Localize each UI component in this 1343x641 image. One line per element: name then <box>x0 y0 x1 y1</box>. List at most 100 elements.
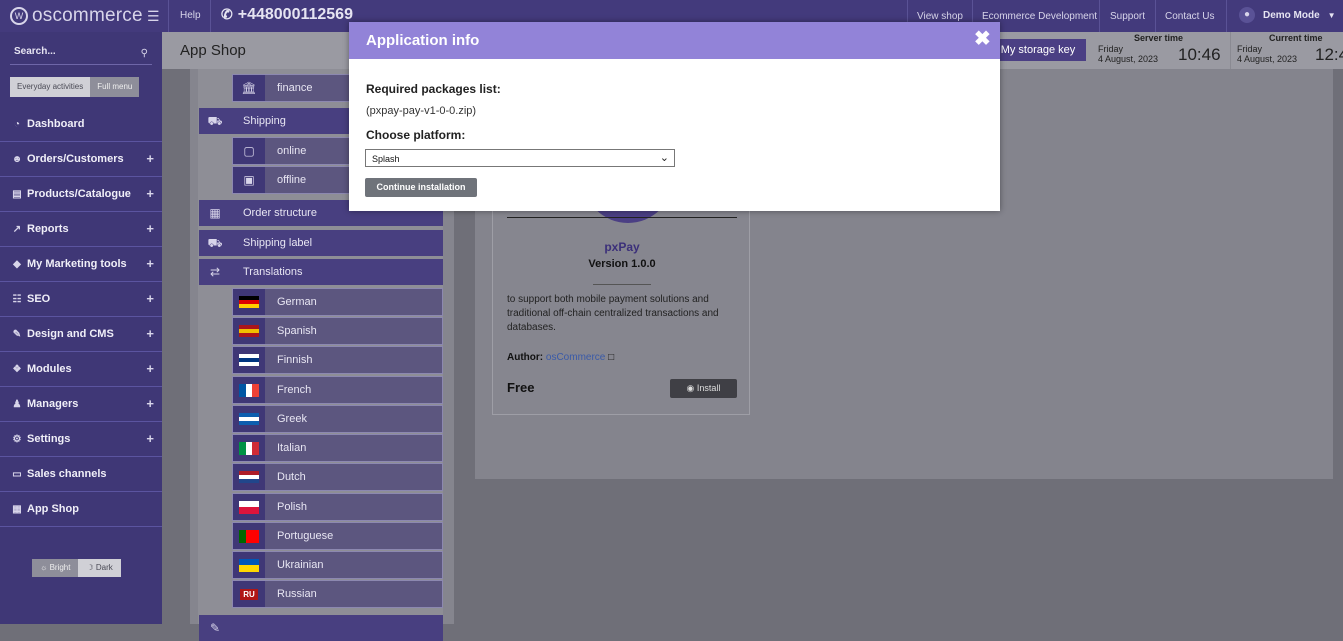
sidebar-item-design-and-cms[interactable]: ✎ Design and CMS + <box>0 317 162 352</box>
modal-title: Application info <box>366 32 480 49</box>
dark-label: Dark <box>95 563 113 572</box>
portuguese-flag-icon <box>233 523 265 549</box>
divider <box>168 0 169 32</box>
author-link[interactable]: osCommerce <box>546 352 605 363</box>
expand-plus-icon[interactable]: + <box>146 326 154 341</box>
language-ukrainian[interactable]: Ukrainian <box>232 551 443 579</box>
install-label: Install <box>696 383 721 393</box>
category-shipping-label[interactable]: ⛟ Shipping label <box>199 230 443 256</box>
hamburger-menu-icon[interactable]: ☰ <box>147 8 160 25</box>
language-label: German <box>277 296 317 308</box>
continue-installation-button[interactable]: Continue installation <box>365 178 477 197</box>
expand-plus-icon[interactable]: + <box>146 256 154 271</box>
category-label: Translations <box>243 266 303 278</box>
language-finnish[interactable]: Finnish <box>232 346 443 374</box>
ukrainian-flag-icon <box>233 552 265 578</box>
language-label: Spanish <box>277 325 317 337</box>
sidebar-item-sales-channels[interactable]: ▭ Sales channels <box>0 457 162 492</box>
translate-icon: ⇄ <box>209 265 221 279</box>
broken-image-icon: □ <box>608 352 615 363</box>
logo[interactable]: W oscommerce <box>10 4 143 28</box>
search-icon[interactable]: ⚲ <box>141 48 148 59</box>
server-date: 4 August, 2023 <box>1098 54 1159 64</box>
language-russian[interactable]: RU Russian <box>232 580 443 608</box>
flag <box>239 441 259 455</box>
language-german[interactable]: German <box>232 288 443 316</box>
sidebar-item-modules[interactable]: ❖ Modules + <box>0 352 162 387</box>
sidebar-item-my-marketing-tools[interactable]: ◆ My Marketing tools + <box>0 247 162 282</box>
expand-plus-icon[interactable]: + <box>146 221 154 236</box>
category-label: offline <box>277 174 307 186</box>
bright-theme-button[interactable]: ☼ Bright <box>32 559 79 577</box>
current-clock: 12:4 <box>1315 45 1343 64</box>
language-french[interactable]: French <box>232 376 443 404</box>
expand-plus-icon[interactable]: + <box>146 186 154 201</box>
platform-select[interactable]: Splash ⌄ <box>365 149 675 167</box>
expand-plus-icon[interactable]: + <box>146 431 154 446</box>
language-greek[interactable]: Greek <box>232 405 443 433</box>
sidebar-item-managers[interactable]: ♟ Managers + <box>0 387 162 422</box>
box-icon: ▢ <box>233 138 265 164</box>
sidebar: Search... ⚲ Everyday activities Full men… <box>0 32 162 624</box>
support-link[interactable]: Support <box>1110 11 1145 22</box>
language-polish[interactable]: Polish <box>232 493 443 521</box>
current-day: Friday <box>1237 44 1263 54</box>
search-input[interactable]: Search... <box>14 46 56 57</box>
app-name[interactable]: pxPay <box>493 240 751 254</box>
shipping-label-icon: ⛟ <box>207 236 223 250</box>
category-partial[interactable]: ✎ <box>199 615 443 641</box>
divider <box>1230 32 1231 69</box>
language-dutch[interactable]: Dutch <box>232 463 443 491</box>
expand-plus-icon[interactable]: + <box>146 151 154 166</box>
ecommerce-development-link[interactable]: Ecommerce Development <box>982 11 1097 22</box>
install-button[interactable]: ◉ Install <box>670 379 737 398</box>
chevron-down-icon: ▼ <box>1327 10 1336 20</box>
current-time-label: Current time <box>1269 33 1323 43</box>
help-link[interactable]: Help <box>180 10 201 21</box>
user-menu[interactable]: ● Demo Mode ▼ <box>1239 7 1336 23</box>
modal-header: Application info ✖ <box>349 22 1000 59</box>
phone-text: +448000112569 <box>237 6 353 23</box>
expand-plus-icon[interactable]: + <box>146 396 154 411</box>
category-label: online <box>277 145 307 157</box>
greek-flag-icon <box>233 406 265 432</box>
sidebar-item-label: Managers <box>27 398 79 410</box>
category-translations[interactable]: ⇄ Translations <box>199 259 443 285</box>
expand-plus-icon[interactable]: + <box>146 361 154 376</box>
sidebar-item-reports[interactable]: ↗ Reports + <box>0 212 162 247</box>
everyday-activities-button[interactable]: Everyday activities <box>10 77 91 97</box>
language-portuguese[interactable]: Portuguese <box>232 522 443 550</box>
application-info-modal: Application info ✖ Required packages lis… <box>349 22 1000 211</box>
theme-toggle: ☼ Bright ☽ Dark <box>32 559 121 577</box>
sidebar-item-dashboard[interactable]: ◔ Dashboard <box>0 107 162 142</box>
language-spanish[interactable]: Spanish <box>232 317 443 345</box>
flag <box>239 412 259 426</box>
choose-platform-label: Choose platform: <box>366 128 466 142</box>
ru-badge: RU <box>240 588 258 600</box>
sidebar-item-seo[interactable]: ☷ SEO + <box>0 282 162 317</box>
sidebar-item-settings[interactable]: ⚙ Settings + <box>0 422 162 457</box>
sidebar-item-app-shop[interactable]: ▦ App Shop <box>0 492 162 527</box>
sidebar-search[interactable]: Search... ⚲ <box>10 42 152 65</box>
full-menu-button[interactable]: Full menu <box>90 77 140 97</box>
dark-theme-button[interactable]: ☽ Dark <box>78 559 121 577</box>
expand-plus-icon[interactable]: + <box>146 291 154 306</box>
dutch-flag-icon <box>233 464 265 490</box>
contact-us-link[interactable]: Contact Us <box>1165 11 1214 22</box>
person-icon: ♟ <box>12 398 22 410</box>
sidebar-item-products-catalogue[interactable]: ▤ Products/Catalogue + <box>0 177 162 212</box>
divider <box>1155 0 1156 32</box>
phone-number[interactable]: ✆ +448000112569 <box>221 6 353 24</box>
monitor-icon: ▭ <box>12 468 22 480</box>
sidebar-item-orders-customers[interactable]: ☻ Orders/Customers + <box>0 142 162 177</box>
view-shop-link[interactable]: View shop <box>917 11 963 22</box>
italian-flag-icon <box>233 435 265 461</box>
brush-icon: ✎ <box>12 328 22 340</box>
truck-icon: ⛟ <box>207 114 223 128</box>
close-icon[interactable]: ✖ <box>974 29 991 49</box>
bright-label: Bright <box>49 563 71 572</box>
sidebar-item-label: Dashboard <box>27 118 85 130</box>
my-storage-key-button[interactable]: My storage key <box>990 39 1086 61</box>
language-italian[interactable]: Italian <box>232 434 443 462</box>
flag <box>239 324 259 338</box>
